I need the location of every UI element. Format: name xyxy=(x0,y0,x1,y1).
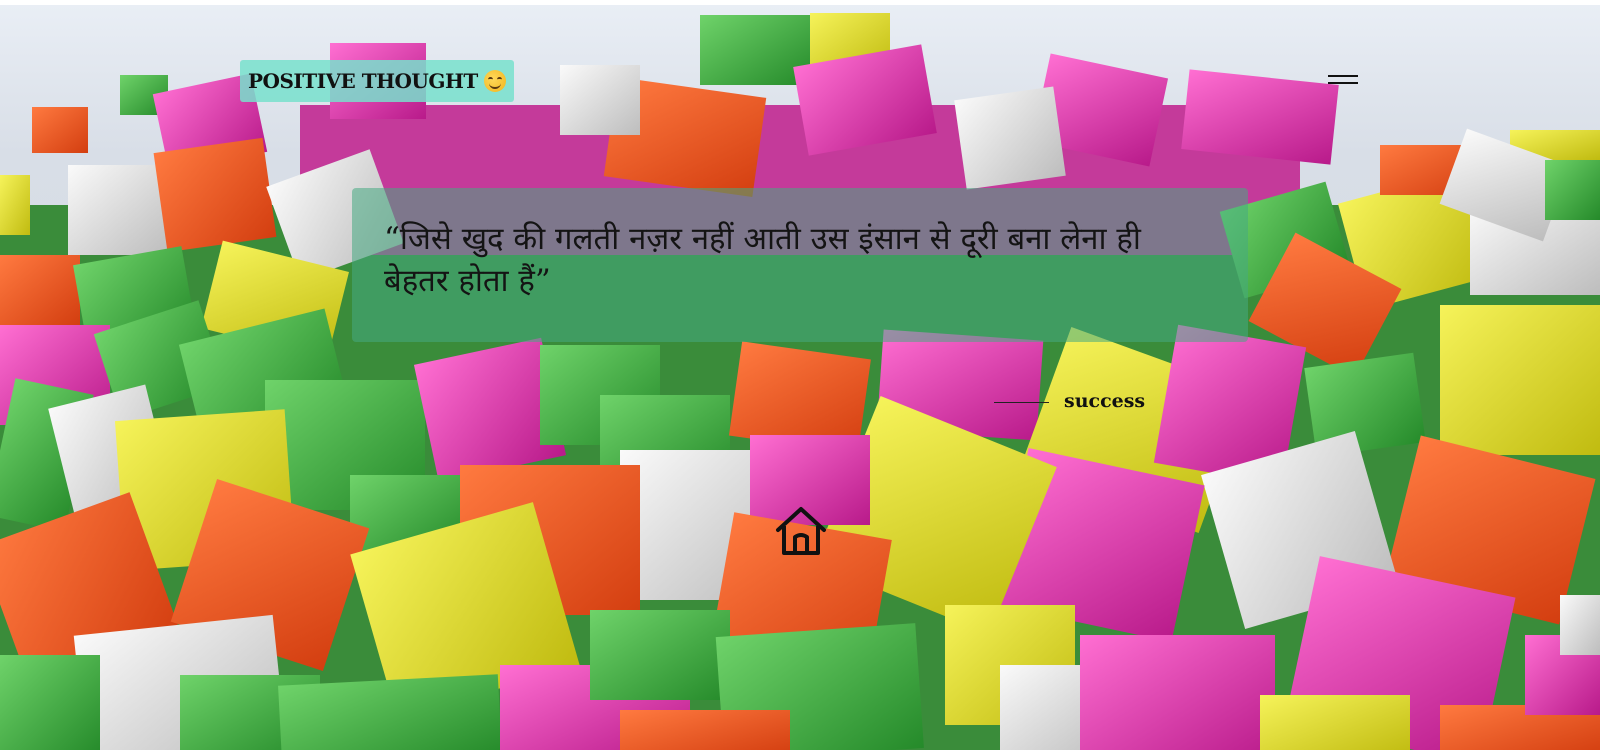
background-cubes-image xyxy=(0,5,1600,750)
hamburger-menu-icon[interactable] xyxy=(1326,70,1360,90)
smiling-face-hands-icon xyxy=(483,70,506,92)
page: POSITIVE THOUGHT “जिसे खुद की गलती नज़र … xyxy=(0,0,1600,750)
site-logo-text: POSITIVE THOUGHT xyxy=(248,69,478,93)
quote-text: “जिसे खुद की गलती नज़र नहीं आती उस इंसान… xyxy=(384,221,1141,299)
quote-card: “जिसे खुद की गलती नज़र नहीं आती उस इंसान… xyxy=(352,188,1248,342)
menu-bar-top xyxy=(1328,75,1358,77)
quote-author: success xyxy=(1064,390,1146,412)
home-icon xyxy=(776,507,826,555)
site-logo[interactable]: POSITIVE THOUGHT xyxy=(240,60,514,102)
home-button[interactable] xyxy=(774,505,828,557)
menu-bar-bottom xyxy=(1328,82,1358,84)
author-divider xyxy=(994,402,1049,403)
